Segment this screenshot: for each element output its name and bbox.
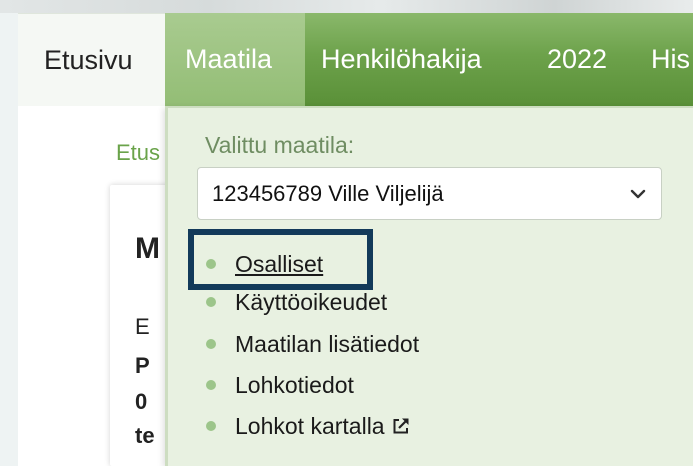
page-left-margin: [0, 13, 18, 466]
breadcrumb[interactable]: Etus: [116, 140, 160, 166]
external-link-icon: [393, 418, 409, 434]
card-text-line: E: [135, 314, 150, 339]
menu-item-kayttooikeudet[interactable]: Käyttöoikeudet: [205, 286, 387, 318]
menu-item-label: Käyttöoikeudet: [235, 288, 388, 315]
menu-item-label: Lohkotiedot: [235, 371, 354, 398]
nav-item-etusivu[interactable]: Etusivu: [18, 13, 165, 106]
chevron-down-icon: [630, 189, 646, 199]
farm-select[interactable]: 123456789 Ville Viljelijä: [197, 167, 662, 220]
nav-item-henkilohakija[interactable]: Henkilöhakija: [305, 13, 491, 106]
nav-item-his[interactable]: His: [633, 13, 693, 106]
nav-item-maatila[interactable]: Maatila: [165, 13, 305, 106]
selected-farm-label: Valittu maatila:: [205, 132, 355, 158]
top-image-strip: [0, 0, 693, 13]
menu-item-osalliset[interactable]: Osalliset: [205, 248, 323, 280]
menu-item-label: Maatilan lisätiedot: [235, 330, 420, 357]
menu-item-label: Osalliset: [235, 250, 324, 277]
bullet-icon: [206, 339, 216, 349]
bullet-icon: [206, 380, 216, 390]
nav-item-2022[interactable]: 2022: [531, 13, 616, 106]
bullet-icon: [206, 297, 216, 307]
menu-item-lohkot-kartalla[interactable]: Lohkot kartalla: [205, 410, 411, 442]
card-text-line: te: [135, 423, 155, 448]
bullet-icon: [206, 421, 216, 431]
card-title: M: [135, 232, 160, 265]
farm-select-value: 123456789 Ville Viljelijä: [212, 180, 444, 206]
menu-item-label: Lohkot kartalla: [235, 412, 385, 439]
menu-item-maatilan-lisatiedot[interactable]: Maatilan lisätiedot: [205, 328, 419, 360]
menu-item-lohkotiedot[interactable]: Lohkotiedot: [205, 369, 354, 401]
card-text-line: 0: [135, 389, 148, 414]
bullet-icon: [206, 259, 216, 269]
card-text-line: P: [135, 353, 150, 378]
